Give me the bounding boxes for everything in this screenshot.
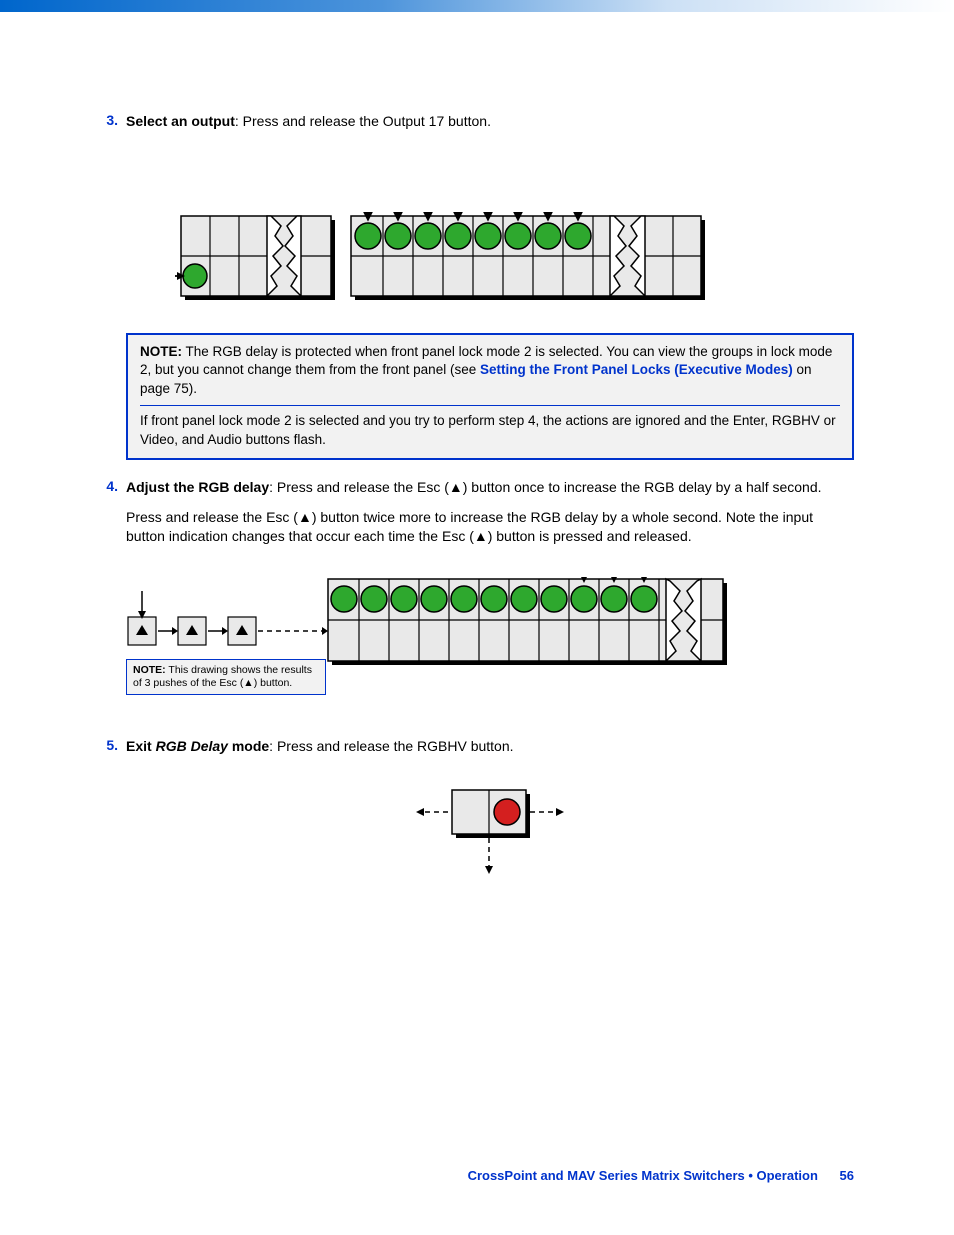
step-5-title-b: RGB Delay [156, 738, 228, 754]
step-4-rest: : Press and release the Esc (▲) button o… [269, 479, 821, 495]
step-4-body: Adjust the RGB delay: Press and release … [126, 478, 854, 547]
footer-page: 56 [840, 1168, 854, 1183]
page-content: 3. Select an output: Press and release t… [0, 12, 954, 889]
step-3: 3. Select an output: Press and release t… [100, 112, 854, 132]
figure-step3 [175, 212, 854, 315]
step-5-title-c: mode [228, 738, 269, 754]
step-3-body: Select an output: Press and release the … [126, 112, 854, 132]
step-3-number: 3. [100, 112, 126, 132]
step-4: 4. Adjust the RGB delay: Press and relea… [100, 478, 854, 547]
page-footer: CrossPoint and MAV Series Matrix Switche… [468, 1168, 854, 1183]
step-3-title: Select an output [126, 113, 235, 129]
note-box-1: NOTE: The RGB delay is protected when fr… [126, 333, 854, 460]
step-4-para2: Press and release the Esc (▲) button twi… [126, 508, 854, 547]
panel-diagram-3 [410, 776, 570, 886]
mini-note-label: NOTE: [133, 664, 166, 676]
note-label: NOTE: [140, 344, 182, 359]
header-gradient-bar [0, 0, 954, 12]
step-3-rest: : Press and release the Output 17 button… [235, 113, 491, 129]
step-5-number: 5. [100, 737, 126, 757]
note1-link[interactable]: Setting the Front Panel Locks (Executive… [480, 362, 793, 377]
figure-step4: NOTE: This drawing shows the results of … [126, 577, 854, 727]
note1-p2: If front panel lock mode 2 is selected a… [140, 412, 840, 450]
step-4-title: Adjust the RGB delay [126, 479, 269, 495]
step-5-body: Exit RGB Delay mode: Press and release t… [126, 737, 854, 757]
step-4-number: 4. [100, 478, 126, 547]
figure-step5 [126, 776, 854, 889]
footer-text: CrossPoint and MAV Series Matrix Switche… [468, 1168, 818, 1183]
step-5: 5. Exit RGB Delay mode: Press and releas… [100, 737, 854, 757]
step-5-title-a: Exit [126, 738, 156, 754]
panel-diagram-1 [175, 212, 715, 312]
step-5-rest: : Press and release the RGBHV button. [269, 738, 513, 754]
mini-note: NOTE: This drawing shows the results of … [126, 659, 326, 695]
